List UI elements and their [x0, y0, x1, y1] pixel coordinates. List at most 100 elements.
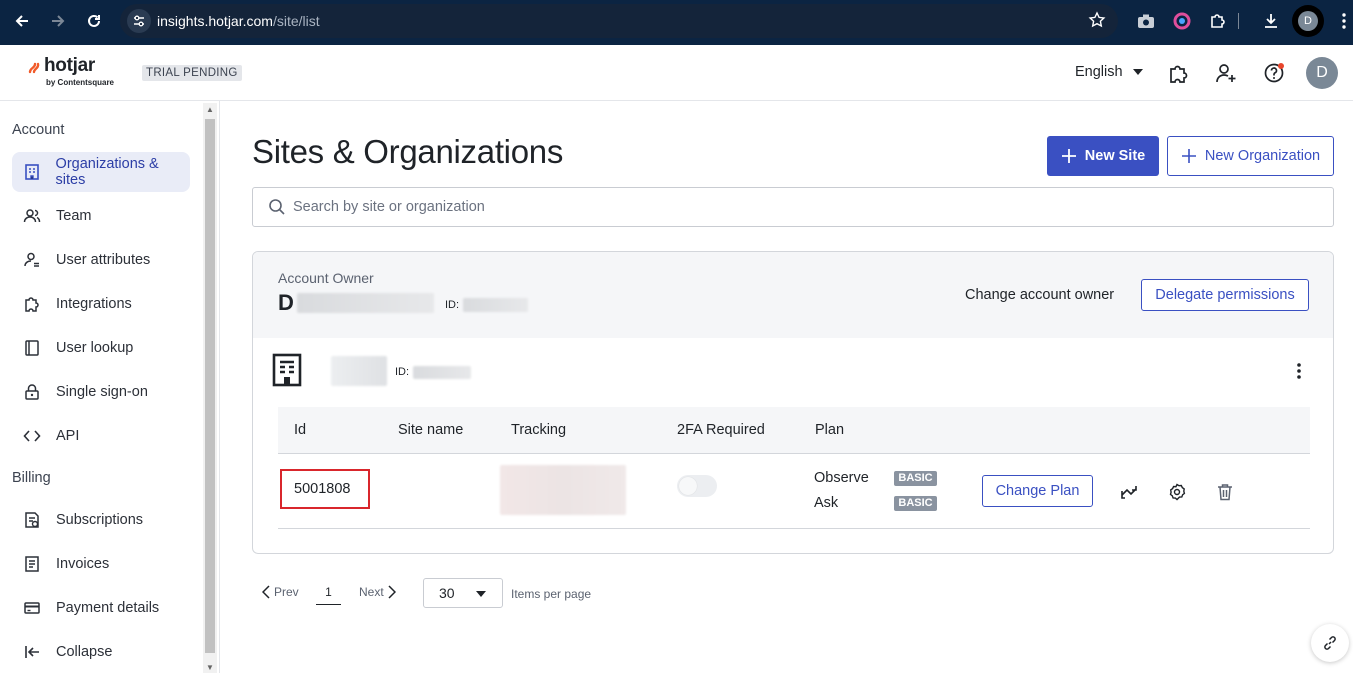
new-site-button[interactable]: New Site — [1047, 136, 1159, 176]
search-box[interactable] — [252, 187, 1334, 227]
plus-icon — [1061, 149, 1076, 163]
team-icon — [20, 204, 44, 228]
next-label: Next — [359, 585, 384, 599]
column-header-2fa[interactable]: 2FA Required — [677, 422, 765, 438]
owner-id-label: ID: — [445, 299, 460, 311]
column-header-tracking[interactable]: Tracking — [511, 422, 566, 438]
toolbar-divider — [1235, 10, 1241, 32]
chevron-right-icon — [388, 585, 396, 599]
site-info-icon[interactable] — [127, 9, 151, 33]
scroll-up-arrow-icon[interactable]: ▲ — [206, 106, 214, 114]
logo-subtitle: by Contentsquare — [46, 78, 115, 87]
puzzle-icon — [20, 292, 44, 316]
items-per-page-label: Items per page — [511, 587, 592, 601]
scrollbar-thumb[interactable] — [205, 119, 215, 653]
org-more-options-icon[interactable] — [1289, 361, 1309, 381]
camera-extension-icon[interactable] — [1135, 10, 1157, 32]
new-site-label: New Site — [1084, 148, 1146, 164]
invite-user-icon[interactable] — [1214, 61, 1238, 85]
plan-name-observe: Observe — [814, 470, 869, 486]
lock-icon — [20, 380, 44, 404]
search-icon — [267, 197, 287, 217]
column-header-id[interactable]: Id — [294, 422, 306, 438]
scroll-down-arrow-icon[interactable]: ▼ — [206, 664, 214, 672]
settings-gear-icon[interactable] — [1166, 481, 1188, 503]
building-icon — [20, 160, 44, 184]
sidebar-item-invoices[interactable]: Invoices — [12, 544, 190, 584]
sidebar-item-integrations[interactable]: Integrations — [12, 284, 190, 324]
site-id-value: 5001808 — [294, 481, 351, 497]
sidebar-item-api[interactable]: API — [12, 416, 190, 456]
plan-tier-badge: BASIC — [894, 496, 937, 511]
change-plan-button[interactable]: Change Plan — [982, 475, 1093, 507]
items-per-page-select[interactable]: 30 — [423, 578, 503, 608]
url-path: /site/list — [272, 13, 320, 29]
url-text: insights.hotjar.com/site/list — [157, 13, 320, 29]
pagination-next[interactable]: Next — [359, 585, 396, 599]
delete-trash-icon[interactable] — [1214, 481, 1236, 503]
extensions-puzzle-icon[interactable] — [1207, 10, 1229, 32]
browser-toolbar: insights.hotjar.com/site/list D — [0, 0, 1353, 45]
column-header-site-name[interactable]: Site name — [398, 422, 463, 438]
plan-name-ask: Ask — [814, 495, 839, 511]
sidebar-item-label: User attributes — [56, 252, 151, 268]
back-arrow-icon[interactable] — [10, 9, 34, 33]
browser-profile-button[interactable]: D — [1292, 5, 1324, 37]
integrations-puzzle-icon[interactable] — [1166, 61, 1190, 85]
credit-card-icon — [20, 596, 44, 620]
current-page-underline — [316, 604, 341, 605]
sidebar-item-single-sign-on[interactable]: Single sign-on — [12, 372, 190, 412]
color-extension-icon[interactable] — [1171, 10, 1193, 32]
account-owner-header: Account Owner D ID: Change account owner… — [253, 252, 1333, 338]
change-account-owner-link[interactable]: Change account owner — [965, 287, 1114, 303]
transfer-site-icon[interactable] — [1118, 481, 1140, 503]
browser-menu-icon[interactable] — [1333, 10, 1353, 32]
pagination-prev[interactable]: Prev — [262, 585, 299, 599]
sidebar-item-payment-details[interactable]: Payment details — [12, 588, 190, 628]
sidebar-item-subscriptions[interactable]: Subscriptions — [12, 500, 190, 540]
toggle-knob — [679, 477, 697, 495]
sidebar-item-organizations-sites[interactable]: Organizations & sites — [12, 152, 190, 192]
search-input[interactable] — [293, 199, 1193, 215]
page-title: Sites & Organizations — [252, 133, 564, 170]
sidebar-scrollbar[interactable]: ▲ ▼ — [203, 103, 217, 673]
hotjar-logo[interactable]: hotjar by Contentsquare — [27, 55, 114, 87]
forward-arrow-icon[interactable] — [46, 9, 70, 33]
sidebar-item-label: Invoices — [56, 556, 110, 572]
table-row: 5001808 Observe BASIC Ask BASIC Change P… — [278, 454, 1310, 529]
sidebar-item-user-lookup[interactable]: User lookup — [12, 328, 190, 368]
app-header: hotjar by Contentsquare TRIAL PENDING En… — [0, 45, 1353, 101]
logo-text: hotjar — [44, 55, 95, 76]
sidebar: Account Organizations & sites Team User … — [0, 101, 220, 673]
chevron-left-icon — [262, 585, 270, 599]
address-bar[interactable]: insights.hotjar.com/site/list — [120, 4, 1118, 38]
2fa-toggle[interactable] — [677, 475, 717, 497]
sidebar-item-label: Collapse — [56, 644, 113, 660]
reload-icon[interactable] — [82, 9, 106, 33]
new-organization-label: New Organization — [1204, 148, 1321, 164]
bookmark-star-icon[interactable] — [1088, 11, 1106, 34]
user-avatar[interactable]: D — [1306, 57, 1338, 89]
sidebar-item-team[interactable]: Team — [12, 196, 190, 236]
delegate-permissions-button[interactable]: Delegate permissions — [1141, 279, 1309, 311]
help-icon[interactable] — [1262, 61, 1286, 85]
user-attributes-icon — [20, 248, 44, 272]
browser-profile-initial: D — [1298, 11, 1318, 31]
sidebar-item-label: User lookup — [56, 340, 134, 356]
link-icon[interactable] — [1311, 624, 1349, 662]
redacted-owner-id — [463, 298, 528, 312]
sidebar-item-collapse[interactable]: Collapse — [12, 632, 190, 672]
pagination-page-current[interactable]: 1 — [316, 585, 341, 599]
plus-icon — [1181, 149, 1196, 163]
sidebar-item-user-attributes[interactable]: User attributes — [12, 240, 190, 280]
collapse-icon — [20, 640, 44, 664]
redacted-org-id — [413, 366, 471, 379]
organization-building-icon — [272, 353, 304, 387]
download-icon[interactable] — [1260, 10, 1282, 32]
column-header-plan[interactable]: Plan — [815, 422, 844, 438]
new-organization-button[interactable]: New Organization — [1167, 136, 1334, 176]
invoice-icon — [20, 552, 44, 576]
sidebar-item-label: API — [56, 428, 80, 444]
language-select[interactable]: English — [1075, 64, 1143, 80]
sidebar-section-billing: Billing — [12, 470, 51, 486]
